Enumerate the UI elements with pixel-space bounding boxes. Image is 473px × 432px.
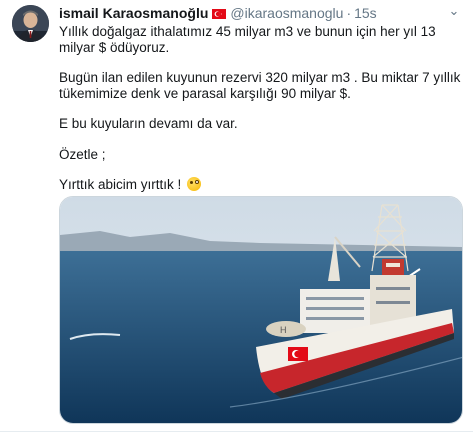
- timestamp[interactable]: 15s: [354, 5, 377, 22]
- tweet-text: Yıllık doğalgaz ithalatımız 45 milyar m3…: [59, 24, 463, 193]
- avatar-image: [12, 5, 49, 42]
- separator-dot: ·: [346, 5, 352, 21]
- tweet-paragraph: Özetle ;: [59, 146, 106, 162]
- tweet-content: ismail Karaosmanoğlu @ikaraosmanoglu · 1…: [59, 4, 463, 193]
- turkey-flag-icon: [212, 8, 227, 19]
- tweet-paragraph: Yıllık doğalgaz ithalatımız 45 milyar m3…: [59, 24, 436, 55]
- drillship-photo: H: [60, 197, 462, 423]
- author-handle[interactable]: @ikaraosmanoglu: [230, 5, 343, 22]
- author-name[interactable]: ismail Karaosmanoğlu: [59, 5, 208, 22]
- chevron-down-icon[interactable]: ⌄: [445, 4, 463, 19]
- tweet-header: ismail Karaosmanoğlu @ikaraosmanoglu · 1…: [59, 4, 463, 22]
- tweet-paragraph-last: Yırttık abicim yırttık !: [59, 177, 463, 193]
- tweet-paragraph: E bu kuyuların devamı da var.: [59, 116, 238, 131]
- tweet-paragraph: Yırttık abicim yırttık !: [59, 177, 182, 192]
- tweet-media-photo[interactable]: H: [59, 196, 463, 424]
- tweet-paragraph: Bugün ilan edilen kuyunun rezervi 320 mi…: [59, 70, 461, 101]
- svg-text:H: H: [280, 325, 287, 335]
- avatar[interactable]: [12, 5, 49, 42]
- zany-face-emoji-icon: [187, 177, 202, 191]
- tweet[interactable]: ismail Karaosmanoğlu @ikaraosmanoglu · 1…: [0, 0, 473, 432]
